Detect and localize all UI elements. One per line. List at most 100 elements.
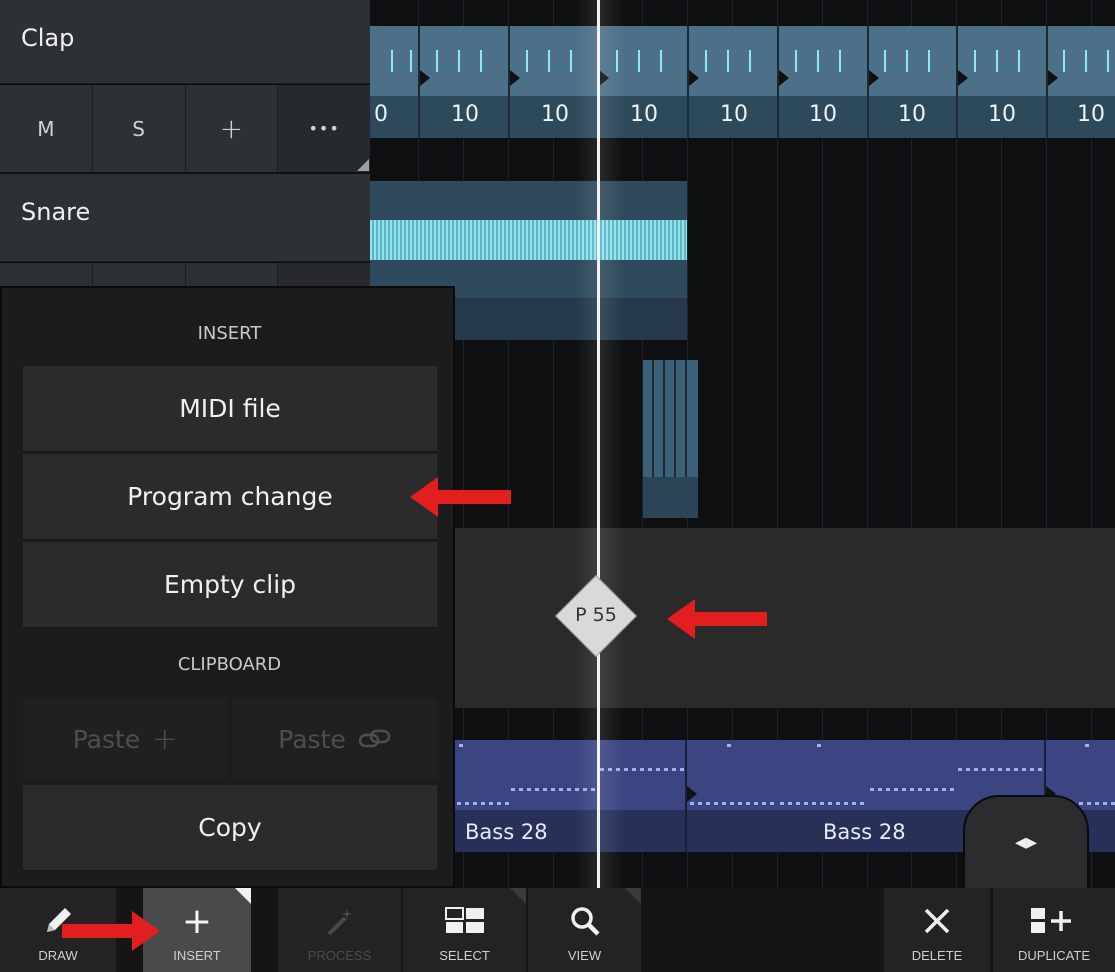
clap-hit	[839, 50, 841, 72]
add-track-button[interactable]: +	[185, 85, 279, 172]
short-clip-footer	[643, 477, 698, 518]
track-name-snare[interactable]: Snare	[0, 174, 370, 262]
program-change-button[interactable]: Program change	[23, 454, 437, 540]
plus-icon: +	[181, 900, 213, 942]
midi-note	[958, 768, 1043, 771]
arrangement-timeline[interactable]: 0 10 10 10 10 10 10 10 10 Bass 28 Bass 2…	[370, 0, 1115, 888]
view-label: VIEW	[567, 948, 602, 963]
clip-number: 10	[809, 102, 837, 127]
midi-note	[817, 744, 821, 747]
clap-hit	[458, 50, 460, 72]
copy-button[interactable]: Copy	[23, 785, 437, 871]
annotation-arrow-marker	[667, 599, 767, 639]
scroll-handle[interactable]: ◂▸	[963, 795, 1089, 888]
paste-linked-button[interactable]: Paste	[233, 699, 437, 779]
clap-hit	[749, 50, 751, 72]
duplicate-icon	[1029, 900, 1079, 942]
clip-start-icon	[510, 70, 520, 86]
clap-hit	[660, 50, 662, 72]
view-tool-button[interactable]: VIEW	[528, 888, 641, 972]
midi-note	[457, 802, 509, 805]
solo-button[interactable]: S	[92, 85, 186, 172]
clap-hit	[974, 50, 976, 72]
clap-hit	[1063, 50, 1065, 72]
clap-clip[interactable]: 0 10 10 10 10 10 10 10 10	[370, 26, 1115, 138]
clip-number: 10	[630, 102, 658, 127]
process-label: PROCESS	[307, 948, 372, 963]
clip-start-icon	[420, 70, 430, 86]
clap-hit	[436, 50, 438, 72]
midi-note	[780, 802, 868, 805]
bottom-toolbar: DRAW + INSERT PROCESS SELECT VIEW DELETE…	[0, 888, 1115, 972]
clipboard-heading: CLIPBOARD	[177, 654, 282, 675]
short-clip[interactable]	[643, 360, 698, 518]
clap-hit	[391, 50, 393, 72]
track-controls-clap: M S + •••	[0, 85, 370, 172]
clap-hit	[727, 50, 729, 72]
clip-number: 0	[374, 102, 388, 127]
link-icon	[358, 729, 390, 748]
paste-insert-button[interactable]: Paste +	[23, 699, 227, 779]
clap-hit	[638, 50, 640, 72]
clip-number: 10	[898, 102, 926, 127]
clap-hit	[705, 50, 707, 72]
snare-pattern	[370, 220, 687, 260]
clip-start-icon	[689, 70, 699, 86]
select-grid-icon	[444, 900, 485, 942]
midi-note	[1085, 744, 1089, 747]
process-tool-button[interactable]: PROCESS	[278, 888, 401, 972]
magnifier-icon	[569, 900, 601, 942]
corner-indicator-icon	[357, 159, 369, 171]
clap-hit	[1085, 50, 1087, 72]
midi-note	[870, 788, 955, 791]
more-icon: •••	[308, 119, 340, 138]
clap-hit	[526, 50, 528, 72]
insert-label: INSERT	[173, 948, 221, 963]
duplicate-label: DUPLICATE	[1018, 948, 1090, 963]
clap-hit	[410, 50, 412, 72]
plus-icon: +	[152, 721, 178, 757]
clip-name: Bass 28	[823, 820, 906, 844]
clip-start-icon	[869, 70, 879, 86]
clap-hit	[795, 50, 797, 72]
mute-button[interactable]: M	[0, 85, 93, 172]
playhead[interactable]	[597, 0, 600, 888]
empty-clip-button[interactable]: Empty clip	[23, 542, 437, 628]
clip-start-icon	[687, 786, 697, 802]
left-right-arrows-icon: ◂▸	[1014, 830, 1038, 855]
clap-hit	[906, 50, 908, 72]
clip-number: 10	[988, 102, 1016, 127]
clip-start-icon	[958, 70, 968, 86]
close-icon	[923, 900, 951, 942]
clap-hit	[548, 50, 550, 72]
clap-hit	[817, 50, 819, 72]
clip-number: 10	[451, 102, 479, 127]
track-options-button[interactable]: •••	[278, 85, 370, 172]
corner-indicator-icon	[235, 888, 251, 904]
clap-hit	[1018, 50, 1020, 72]
delete-label: DELETE	[911, 948, 963, 963]
clip-number: 10	[541, 102, 569, 127]
program-change-label: P 55	[575, 604, 617, 626]
midi-note	[459, 744, 463, 747]
clip-number: 10	[1077, 102, 1105, 127]
duplicate-tool-button[interactable]: DUPLICATE	[993, 888, 1115, 972]
insert-menu: INSERT MIDI file Program change Empty cl…	[0, 286, 455, 888]
clap-clip-pattern	[370, 26, 1115, 96]
clip-name: Bass 28	[465, 820, 548, 844]
clap-hit	[1107, 50, 1109, 72]
corner-indicator-icon	[510, 888, 526, 904]
clap-hit	[996, 50, 998, 72]
delete-tool-button[interactable]: DELETE	[884, 888, 990, 972]
clap-hit	[480, 50, 482, 72]
midi-file-button[interactable]: MIDI file	[23, 366, 437, 452]
clip-start-icon	[779, 70, 789, 86]
magic-wand-icon	[323, 900, 357, 942]
paste-label: Paste	[72, 724, 141, 754]
plus-icon: +	[219, 112, 244, 145]
select-tool-button[interactable]: SELECT	[403, 888, 526, 972]
annotation-arrow-program-change	[410, 477, 511, 517]
track-name-clap[interactable]: Clap	[0, 0, 370, 84]
corner-indicator-icon	[625, 888, 641, 904]
draw-label: DRAW	[38, 948, 78, 963]
